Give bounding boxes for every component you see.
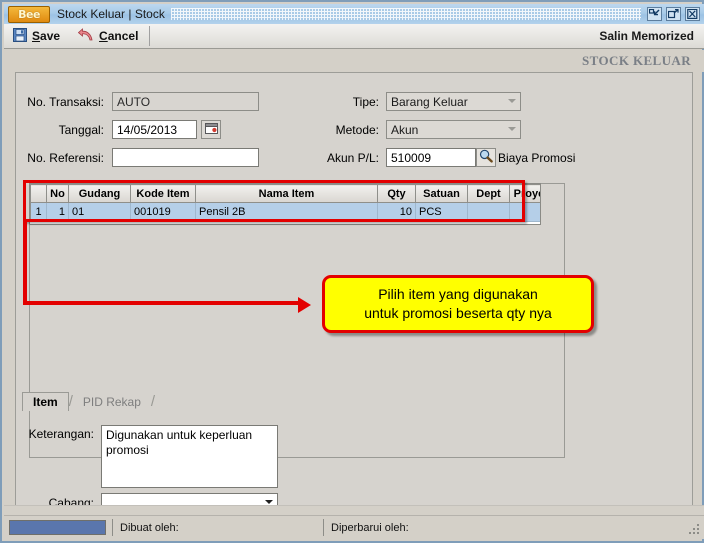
annotation-line-2: untuk promosi beserta qty nya [364,304,552,323]
label-no-transaksi: No. Transaksi: [16,95,104,109]
status-bar: Dibuat oleh: Diperbarui oleh: [4,515,704,539]
annotation-arrowhead [298,297,311,313]
save-label: Save [32,29,60,43]
metode-value: Akun [391,123,418,137]
salin-memorized-button[interactable]: Salin Memorized [599,29,694,43]
maximize-icon[interactable] [666,7,681,21]
tipe-select[interactable]: Barang Keluar [386,92,521,111]
chevron-down-icon [265,500,273,504]
cancel-label: Cancel [99,29,138,43]
chevron-down-icon [508,99,516,103]
app-logo: Bee [8,6,50,23]
annotation-line-1: Pilih item yang digunakan [378,285,538,304]
page-heading: STOCK KELUAR [4,50,704,72]
tab-separator: / [151,393,155,410]
undo-arrow-icon [78,28,94,45]
label-keterangan: Keterangan: [14,427,94,441]
resize-gripper-icon[interactable] [687,522,701,536]
no-transaksi-input[interactable]: AUTO [112,92,259,111]
calendar-picker-button[interactable] [201,120,221,139]
title-bar: Bee Stock Keluar | Stock [4,4,704,24]
tab-pid-rekap[interactable]: PID Rekap [73,392,151,411]
panel-bottom-edge [4,505,704,515]
akun-pl-lookup-button[interactable] [476,148,496,167]
window-controls [647,7,700,21]
title-bar-texture [171,8,641,20]
akun-pl-input[interactable]: 510009 [386,148,476,167]
toolbar: Save Cancel Salin Memorized [4,24,704,49]
label-akun-pl: Akun P/L: [281,151,379,165]
window-title: Stock Keluar | Stock [57,7,165,21]
calendar-icon [205,122,218,137]
application-window: Bee Stock Keluar | Stock [0,0,704,543]
annotation-highlight-box [23,180,525,222]
cancel-button[interactable]: Cancel [69,25,147,48]
tab-pid-rekap-label: PID Rekap [83,395,141,409]
akun-pl-description: Biaya Promosi [498,151,575,165]
label-tipe: Tipe: [281,95,379,109]
tab-item[interactable]: Item [22,392,69,411]
status-progress-indicator [9,520,106,535]
tipe-value: Barang Keluar [391,95,468,109]
save-button[interactable]: Save [4,25,69,48]
restore-down-icon[interactable] [647,7,662,21]
save-icon [13,28,27,45]
label-no-referensi: No. Referensi: [16,151,104,165]
annotation-callout: Pilih item yang digunakan untuk promosi … [322,275,594,333]
close-icon[interactable] [685,7,700,21]
annotation-connector-horizontal [23,301,301,305]
metode-select[interactable]: Akun [386,120,521,139]
label-metode: Metode: [281,123,379,137]
tab-bar: Item / PID Rekap / [22,391,155,411]
search-icon [479,149,493,166]
no-referensi-input[interactable] [112,148,259,167]
toolbar-divider [149,26,150,46]
chevron-down-icon [508,127,516,131]
tanggal-input[interactable]: 14/05/2013 [112,120,197,139]
status-created-by: Dibuat oleh: [112,519,317,536]
annotation-connector-vertical [23,222,27,305]
label-tanggal: Tanggal: [16,123,104,137]
page-title: STOCK KELUAR [582,53,691,69]
tab-item-label: Item [33,395,58,409]
keterangan-textarea[interactable]: Digunakan untuk keperluan promosi [101,425,278,488]
status-updated-by: Diperbarui oleh: [323,519,548,536]
